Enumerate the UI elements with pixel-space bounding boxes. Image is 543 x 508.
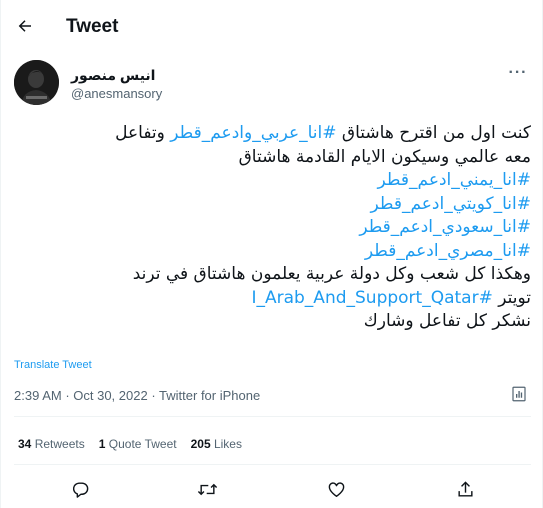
- page-header: Tweet: [1, 0, 543, 53]
- analytics-icon: [512, 386, 526, 402]
- tweet-actions: [1, 476, 543, 502]
- tweet-line: #انا_كويتي_ادعم_قطر: [13, 193, 532, 217]
- tweet-line: كنت اول من اقترح هاشتاق #انا_عربي_وادعم_…: [115, 123, 531, 143]
- hashtag-link[interactable]: #انا_مصري_ادعم_قطر: [365, 241, 531, 261]
- tweet-line: نشكر كل تفاعل وشارك: [363, 311, 531, 331]
- retweets-stat[interactable]: 34 Retweets: [18, 437, 85, 451]
- share-button[interactable]: [452, 476, 478, 502]
- author-username[interactable]: @anesmansory: [71, 86, 162, 101]
- quote-tweets-stat[interactable]: 1 Quote Tweet: [99, 437, 177, 451]
- tweet-stats: 34 Retweets 1 Quote Tweet 205 Likes: [18, 437, 242, 451]
- retweet-button[interactable]: [194, 476, 220, 502]
- back-button[interactable]: [10, 11, 40, 41]
- tweet-line: #انا_مصري_ادعم_قطر: [13, 240, 531, 264]
- tweet-source[interactable]: Twitter for iPhone: [159, 388, 260, 403]
- tweet-line: وهكذا كل شعب وكل دولة عربية يعلمون هاشتا…: [132, 264, 531, 284]
- share-icon: [457, 480, 473, 497]
- hashtag-link[interactable]: #انا_سعودي_ادعم_قطر: [359, 217, 531, 237]
- more-horizontal-icon: ···: [508, 64, 528, 81]
- hashtag-link[interactable]: #انا_كويتي_ادعم_قطر: [371, 194, 532, 214]
- tweet-date[interactable]: Oct 30, 2022: [73, 388, 147, 403]
- avatar[interactable]: [14, 60, 59, 105]
- profile-avatar-image: [14, 60, 59, 105]
- tweet-line: #انا_يمني_ادعم_قطر: [13, 169, 531, 193]
- reply-button[interactable]: [67, 476, 93, 502]
- divider: [14, 416, 531, 417]
- hashtag-link[interactable]: #انا_يمني_ادعم_قطر: [378, 170, 531, 190]
- translate-tweet-link[interactable]: Translate Tweet: [14, 359, 92, 371]
- tweet-detail-page: Tweet انيس منصور @anesmansory ··· كنت او…: [0, 0, 543, 508]
- divider: [14, 464, 531, 465]
- tweet-text: كنت اول من اقترح هاشتاق #انا_عربي_وادعم_…: [13, 122, 531, 334]
- tweet-timestamp-row: 2:39 AM · Oct 30, 2022 · Twitter for iPh…: [14, 388, 261, 403]
- author-display-name[interactable]: انيس منصور: [71, 67, 155, 84]
- tweet-line: #انا_سعودي_ادعم_قطر: [13, 216, 531, 240]
- page-title: Tweet: [66, 16, 119, 37]
- more-options-button[interactable]: ···: [505, 62, 531, 84]
- like-button[interactable]: [323, 476, 349, 502]
- tweet-line: تويتر #I_Arab_And_Support_Qatar: [251, 287, 531, 308]
- arrow-left-icon: [18, 20, 31, 32]
- reply-icon: [72, 481, 88, 498]
- tweet-time[interactable]: 2:39 AM: [14, 388, 62, 403]
- retweet-icon: [197, 483, 217, 495]
- like-icon: [328, 481, 344, 497]
- likes-stat[interactable]: 205 Likes: [191, 437, 242, 451]
- view-analytics-button[interactable]: [510, 385, 530, 405]
- hashtag-link[interactable]: #انا_عربي_وادعم_قطر: [170, 123, 336, 143]
- tweet-line: معه عالمي وسيكون الايام القادمة هاشتاق: [238, 146, 531, 167]
- hashtag-link[interactable]: #I_Arab_And_Support_Qatar: [251, 288, 492, 308]
